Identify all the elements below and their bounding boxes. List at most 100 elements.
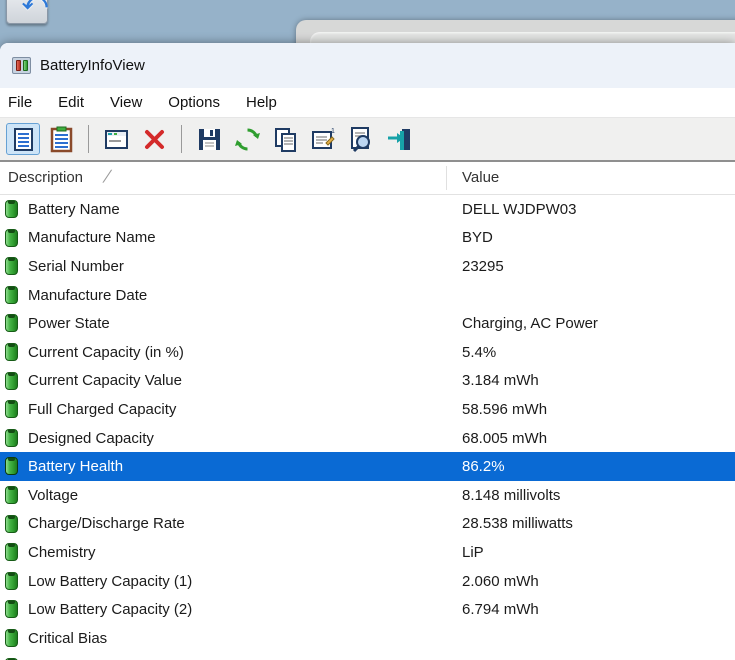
menu-options[interactable]: Options — [155, 88, 233, 117]
row-value: 2.060 mWh — [462, 572, 539, 590]
row-description: Charge/Discharge Rate — [28, 515, 185, 533]
list-row[interactable]: Critical Bias — [0, 624, 735, 653]
row-value: 68.005 mWh — [462, 429, 548, 447]
list-row[interactable]: Power State Charging, AC Power — [0, 309, 735, 338]
advanced-options-window-icon — [103, 126, 130, 153]
column-divider[interactable] — [446, 166, 447, 190]
battery-icon — [5, 200, 18, 218]
copy-button[interactable] — [268, 123, 302, 155]
advanced-options-window-button[interactable] — [99, 123, 133, 155]
row-description: Critical Bias — [28, 629, 108, 647]
column-header-description[interactable]: Description — [8, 162, 83, 194]
battery-icon — [5, 628, 18, 647]
row-description: Current Capacity Value — [28, 372, 182, 390]
blue-arrow-icon: ⤺ — [22, 0, 48, 15]
row-description: Manufacture Name — [28, 229, 156, 247]
delete-red-x-button[interactable] — [137, 123, 171, 155]
row-value: Charging, AC Power — [462, 315, 598, 333]
list-row[interactable]: Manufacture Name BYD — [0, 224, 735, 253]
row-description: Manufacture Date — [28, 286, 148, 304]
list-row[interactable]: Voltage 8.148 millivolts — [0, 481, 735, 510]
battery-status-clipboard-view-icon — [48, 126, 75, 153]
row-description: Voltage — [28, 486, 79, 504]
row-description: Low Battery Capacity (1) — [28, 572, 193, 590]
list-row[interactable]: Charge/Discharge Rate 28.538 milliwatts — [0, 510, 735, 539]
battery-icon — [5, 600, 18, 619]
exit-button[interactable] — [382, 123, 416, 155]
titlebar[interactable]: BatteryInfoView — [0, 43, 735, 88]
menubar: File Edit View Options Help — [0, 88, 735, 118]
properties-icon: 1 — [310, 126, 337, 153]
battery-info-list: Description ╱ Value Battery Name DELL WJD… — [0, 162, 735, 660]
find-icon — [348, 126, 375, 153]
list-row[interactable]: Designed Capacity 68.005 mWh — [0, 424, 735, 453]
list-row[interactable]: Chemistry LiP — [0, 538, 735, 567]
row-value: 6.794 mWh — [462, 601, 539, 619]
battery-icon — [5, 285, 18, 304]
toolbar-separator — [181, 125, 182, 153]
list-rows: Battery Name DELL WJDPW03 Manufacture Name… — [0, 195, 735, 660]
desktop-shortcut-icon[interactable]: ⤺ — [6, 0, 50, 26]
row-value: 23295 — [462, 257, 504, 275]
list-row[interactable] — [0, 653, 735, 660]
row-description: Power State — [28, 315, 110, 333]
menu-view[interactable]: View — [97, 88, 155, 117]
battery-icon — [5, 514, 18, 533]
row-value: LiP — [462, 543, 484, 561]
list-row[interactable]: Battery Name DELL WJDPW03 — [0, 195, 735, 224]
menu-edit[interactable]: Edit — [45, 88, 97, 117]
row-description: Current Capacity (in %) — [28, 343, 184, 361]
list-header: Description ╱ Value — [0, 162, 735, 195]
battery-status-clipboard-view-button[interactable] — [44, 123, 78, 155]
delete-red-x-icon — [141, 126, 168, 153]
battery-icon — [5, 371, 18, 390]
refresh-icon — [234, 126, 261, 153]
properties-button[interactable]: 1 — [306, 123, 340, 155]
list-row[interactable]: Low Battery Capacity (1) 2.060 mWh — [0, 567, 735, 596]
row-description: Full Charged Capacity — [28, 400, 177, 418]
row-value: 3.184 mWh — [462, 372, 539, 390]
battery-app-icon — [12, 57, 31, 74]
column-header-value[interactable]: Value — [462, 162, 499, 194]
row-description: Designed Capacity — [28, 429, 154, 447]
battery-icon — [5, 257, 18, 276]
battery-general-info-view-icon — [10, 126, 37, 153]
list-row[interactable]: Current Capacity (in %) 5.4% — [0, 338, 735, 367]
battery-icon — [5, 485, 18, 504]
row-value: DELL WJDPW03 — [462, 200, 577, 218]
list-row[interactable]: Serial Number 23295 — [0, 252, 735, 281]
list-row[interactable]: Full Charged Capacity 58.596 mWh — [0, 395, 735, 424]
svg-text:1: 1 — [331, 128, 335, 135]
save-icon — [196, 126, 223, 153]
battery-icon — [5, 457, 18, 476]
battery-general-info-view-button[interactable] — [6, 123, 40, 155]
row-value: 8.148 millivolts — [462, 486, 561, 504]
list-row[interactable]: Low Battery Capacity (2) 6.794 mWh — [0, 595, 735, 624]
sort-ascending-icon: ╱ — [103, 171, 112, 183]
row-description: Low Battery Capacity (2) — [28, 601, 193, 619]
battery-icon — [5, 571, 18, 590]
desktop-background: ⤺ BatteryInfoView File Edit View Options… — [0, 0, 735, 660]
row-description: Chemistry — [28, 543, 96, 561]
row-value: 58.596 mWh — [462, 400, 548, 418]
list-row[interactable]: Manufacture Date — [0, 281, 735, 310]
row-description: Battery Name — [28, 200, 120, 218]
row-description: Serial Number — [28, 257, 124, 275]
row-value: 5.4% — [462, 343, 497, 361]
save-button[interactable] — [192, 123, 226, 155]
menu-help[interactable]: Help — [233, 88, 290, 117]
list-row[interactable]: Current Capacity Value 3.184 mWh — [0, 367, 735, 396]
row-value: 86.2% — [462, 458, 505, 476]
battery-icon — [5, 314, 18, 333]
menu-file[interactable]: File — [5, 88, 45, 117]
list-row[interactable]: Battery Health 86.2% — [0, 452, 735, 481]
refresh-button[interactable] — [230, 123, 264, 155]
row-value: 28.538 milliwatts — [462, 515, 573, 533]
toolbar: 1 — [0, 118, 735, 162]
row-description: Battery Health — [28, 458, 124, 476]
battery-icon — [5, 543, 18, 562]
battery-icon — [5, 428, 18, 447]
red-battery-cell — [15, 60, 21, 71]
find-button[interactable] — [344, 123, 378, 155]
window-title: BatteryInfoView — [40, 57, 145, 74]
